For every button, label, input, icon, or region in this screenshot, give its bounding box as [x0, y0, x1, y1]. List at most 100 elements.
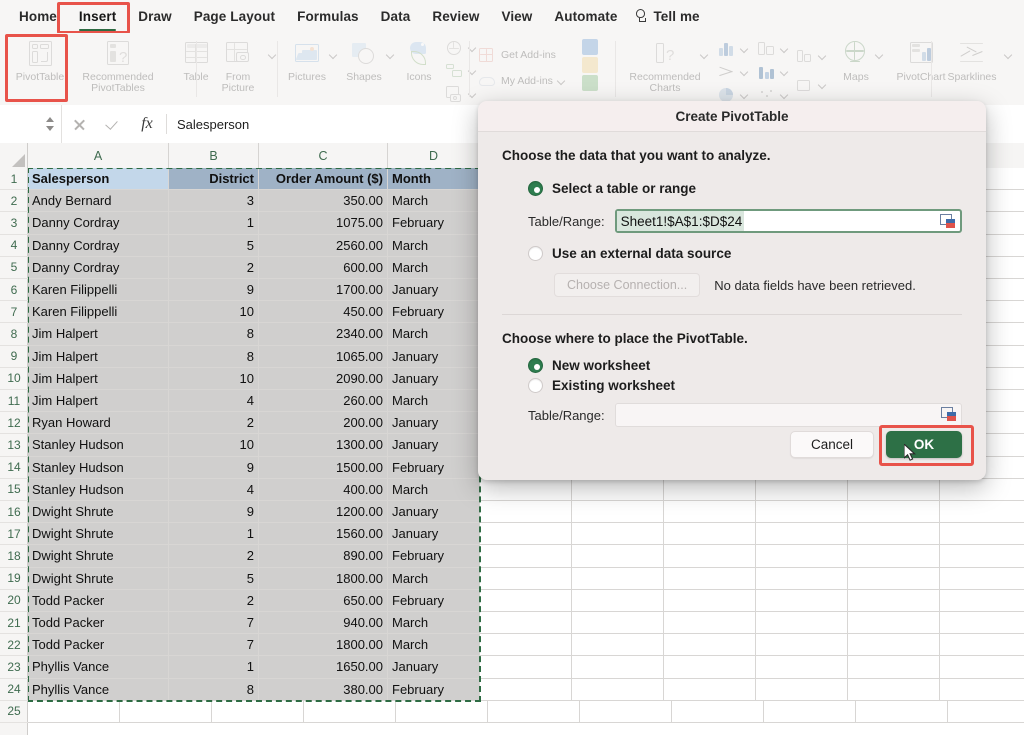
- bar-chart-button[interactable]: [757, 61, 789, 84]
- addin-tile-yellow-icon[interactable]: [582, 57, 598, 73]
- pictures-dropdown-icon[interactable]: [329, 51, 338, 60]
- empty-cell[interactable]: [212, 700, 304, 723]
- table-data-cell[interactable]: March: [388, 612, 480, 635]
- table-data-cell[interactable]: February: [388, 589, 480, 612]
- row-header-18[interactable]: 18: [0, 545, 28, 568]
- empty-cell[interactable]: [664, 678, 756, 701]
- row-header-11[interactable]: 11: [0, 390, 28, 413]
- table-data-cell[interactable]: 1: [169, 656, 259, 679]
- empty-cell[interactable]: [756, 501, 848, 524]
- table-data-cell[interactable]: Dwight Shrute: [28, 523, 169, 546]
- table-data-cell[interactable]: 8: [169, 678, 259, 701]
- empty-cell[interactable]: [756, 567, 848, 590]
- empty-cell[interactable]: [940, 612, 1024, 635]
- table-data-cell[interactable]: January: [388, 501, 480, 524]
- empty-cell[interactable]: [480, 478, 572, 501]
- table-data-cell[interactable]: Stanley Hudson: [28, 434, 169, 457]
- empty-cell[interactable]: [940, 679, 1024, 701]
- column-header-a[interactable]: A: [28, 143, 169, 168]
- column-chart-dropdown-icon[interactable]: [740, 45, 749, 54]
- empty-cell[interactable]: [940, 523, 1024, 546]
- table-data-cell[interactable]: 9: [169, 279, 259, 302]
- table-data-cell[interactable]: 2090.00: [259, 367, 388, 390]
- table-data-cell[interactable]: February: [388, 456, 480, 479]
- empty-cell[interactable]: [756, 545, 848, 568]
- empty-cell[interactable]: [756, 678, 848, 701]
- table-data-cell[interactable]: 1650.00: [259, 656, 388, 679]
- radio-select-table-or-range[interactable]: Select a table or range: [528, 181, 962, 196]
- icons-button[interactable]: Icons: [395, 33, 443, 103]
- empty-cell[interactable]: [764, 700, 856, 723]
- empty-cell[interactable]: [572, 634, 664, 657]
- table-data-cell[interactable]: March: [388, 634, 480, 657]
- row-header-16[interactable]: 16: [0, 501, 28, 524]
- table-data-cell[interactable]: 1800.00: [259, 567, 388, 590]
- waterfall-chart-dropdown-icon[interactable]: [818, 81, 827, 90]
- empty-cell[interactable]: [120, 700, 212, 723]
- radio-new-worksheet[interactable]: New worksheet: [528, 358, 962, 373]
- empty-cell[interactable]: [664, 545, 756, 568]
- table-data-cell[interactable]: March: [388, 323, 480, 346]
- table-data-cell[interactable]: 1065.00: [259, 345, 388, 368]
- 3d-models-button[interactable]: [445, 37, 477, 60]
- table-data-cell[interactable]: 5: [169, 567, 259, 590]
- empty-cell[interactable]: [848, 501, 940, 524]
- table-data-cell[interactable]: Karen Filippelli: [28, 301, 169, 324]
- table-data-cell[interactable]: 1300.00: [259, 434, 388, 457]
- my-addins-dropdown-icon[interactable]: [557, 77, 566, 86]
- empty-cell[interactable]: [572, 656, 664, 679]
- row-header-15[interactable]: 15: [0, 479, 28, 501]
- name-box-spinner-icon[interactable]: [45, 116, 55, 132]
- empty-cell[interactable]: [480, 612, 572, 635]
- empty-cell[interactable]: [572, 501, 664, 524]
- maps-dropdown-icon[interactable]: [875, 51, 884, 60]
- table-data-cell[interactable]: Stanley Hudson: [28, 478, 169, 501]
- table-data-cell[interactable]: 8: [169, 323, 259, 346]
- empty-cell[interactable]: [664, 567, 756, 590]
- waterfall-chart-button[interactable]: [795, 74, 827, 97]
- radio-new-worksheet-input[interactable]: [528, 358, 543, 373]
- name-box[interactable]: [0, 105, 62, 143]
- dest-range-input[interactable]: [614, 403, 962, 427]
- empty-cell[interactable]: [572, 545, 664, 568]
- range-picker-icon[interactable]: [940, 214, 956, 229]
- table-data-cell[interactable]: Danny Cordray: [28, 212, 169, 235]
- radio-external-input[interactable]: [528, 246, 543, 261]
- tab-automate[interactable]: Automate: [543, 4, 628, 29]
- row-header-20[interactable]: 20: [0, 590, 28, 612]
- table-data-cell[interactable]: Dwight Shrute: [28, 567, 169, 590]
- empty-cell[interactable]: [848, 545, 940, 568]
- empty-cell[interactable]: [480, 589, 572, 612]
- empty-cell[interactable]: [948, 701, 1024, 723]
- table-data-cell[interactable]: Andy Bernard: [28, 190, 169, 213]
- maps-button[interactable]: Maps: [831, 33, 881, 103]
- table-data-cell[interactable]: Phyllis Vance: [28, 678, 169, 701]
- empty-cell[interactable]: [940, 634, 1024, 657]
- line-chart-button[interactable]: [717, 61, 749, 84]
- scatter-chart-dropdown-icon[interactable]: [780, 91, 789, 100]
- table-data-cell[interactable]: March: [388, 390, 480, 413]
- table-data-cell[interactable]: January: [388, 412, 480, 435]
- empty-cell[interactable]: [848, 478, 940, 501]
- smartart-button[interactable]: [445, 60, 477, 83]
- row-header-14[interactable]: 14: [0, 457, 28, 479]
- table-data-cell[interactable]: February: [388, 301, 480, 324]
- empty-cell[interactable]: [848, 656, 940, 679]
- table-data-cell[interactable]: 1: [169, 523, 259, 546]
- empty-cell[interactable]: [480, 567, 572, 590]
- table-data-cell[interactable]: Jim Halpert: [28, 367, 169, 390]
- empty-cell[interactable]: [664, 501, 756, 524]
- table-data-cell[interactable]: January: [388, 367, 480, 390]
- hierarchy-chart-dropdown-icon[interactable]: [780, 45, 789, 54]
- table-data-cell[interactable]: Danny Cordray: [28, 234, 169, 257]
- table-data-cell[interactable]: 1700.00: [259, 279, 388, 302]
- table-data-cell[interactable]: 7: [169, 634, 259, 657]
- table-data-cell[interactable]: Jim Halpert: [28, 390, 169, 413]
- table-data-cell[interactable]: 9: [169, 456, 259, 479]
- table-data-cell[interactable]: March: [388, 567, 480, 590]
- empty-cell[interactable]: [848, 567, 940, 590]
- row-header-4[interactable]: 4: [0, 235, 28, 257]
- table-data-cell[interactable]: 2: [169, 589, 259, 612]
- empty-cell[interactable]: [672, 700, 764, 723]
- table-data-cell[interactable]: Todd Packer: [28, 612, 169, 635]
